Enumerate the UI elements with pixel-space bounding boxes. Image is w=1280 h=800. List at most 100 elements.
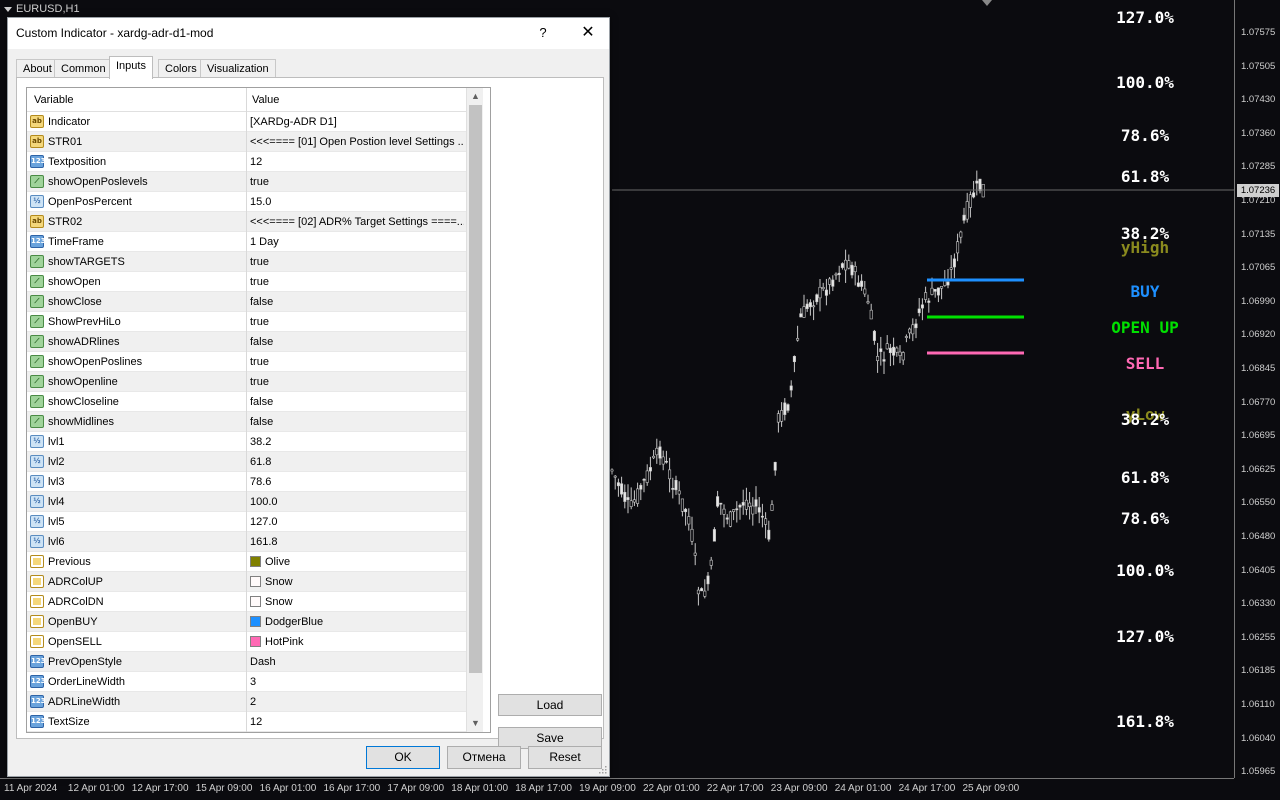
candle-body	[652, 455, 656, 459]
variable-value[interactable]: <<<==== [01] Open Postion level Settings…	[250, 136, 464, 148]
variable-value[interactable]: false	[250, 296, 464, 308]
resize-grip-icon[interactable]	[597, 764, 607, 774]
dialog-titlebar[interactable]: Custom Indicator - xardg-adr-d1-mod ? ✕	[8, 18, 609, 49]
input-row[interactable]: 123 PrevOpenStyle Dash	[27, 652, 466, 672]
variable-value[interactable]: 127.0	[250, 516, 464, 528]
dropdown-triangle-icon[interactable]	[4, 6, 12, 12]
scroll-thumb[interactable]	[469, 105, 482, 673]
scroll-down-icon[interactable]: ▼	[467, 715, 484, 732]
input-row[interactable]: 123 TimeFrame 1 Day	[27, 232, 466, 252]
candle-body	[920, 304, 924, 309]
variable-value[interactable]: 12	[250, 156, 464, 168]
scroll-up-icon[interactable]: ▲	[467, 88, 484, 105]
input-row[interactable]: ½ lvl4 100.0	[27, 492, 466, 512]
candle-body	[671, 487, 675, 490]
variable-value[interactable]: 2	[250, 696, 464, 708]
input-row[interactable]: ½ lvl6 161.8	[27, 532, 466, 552]
variable-value[interactable]: DodgerBlue	[250, 616, 464, 628]
input-row[interactable]: 123 ADRLineWidth 2	[27, 692, 466, 712]
variable-value[interactable]: true	[250, 256, 464, 268]
tab-about[interactable]: About	[16, 59, 59, 78]
column-separator	[246, 452, 247, 472]
variable-value[interactable]: Olive	[250, 556, 464, 568]
time-axis[interactable]: 11 Apr 2024 12 Apr 01:00 12 Apr 17:00 15 Ap…	[0, 778, 1234, 800]
time-tick: 12 Apr 17:00	[131, 783, 189, 794]
time-tick: 16 Apr 17:00	[323, 783, 381, 794]
variable-value[interactable]: 61.8	[250, 456, 464, 468]
input-row[interactable]: ab STR02 <<<==== [02] ADR% Target Settings…	[27, 212, 466, 232]
chart-shift-marker-icon[interactable]	[982, 0, 992, 6]
candle-body	[914, 323, 918, 329]
input-row[interactable]: Previous Olive	[27, 552, 466, 572]
load-button[interactable]: Load	[498, 694, 602, 716]
variable-value[interactable]: Dash	[250, 656, 464, 668]
input-row[interactable]: 123 TextSize 12	[27, 712, 466, 732]
input-row[interactable]: ½ lvl2 61.8	[27, 452, 466, 472]
header-variable[interactable]: Variable	[34, 94, 74, 106]
input-row[interactable]: ab Indicator [XARDg-ADR D1]	[27, 112, 466, 132]
reset-button[interactable]: Reset	[528, 746, 602, 769]
input-row[interactable]: ⟋ showTARGETS true	[27, 252, 466, 272]
time-tick: 12 Apr 01:00	[67, 783, 125, 794]
variable-value[interactable]: 15.0	[250, 196, 464, 208]
header-value[interactable]: Value	[252, 94, 279, 106]
string-type-icon: ab	[30, 215, 44, 228]
variable-value[interactable]: 12	[250, 716, 464, 728]
variable-value[interactable]: 100.0	[250, 496, 464, 508]
variable-value[interactable]: Snow	[250, 576, 464, 588]
tab-colors[interactable]: Colors	[158, 59, 204, 78]
grid-scrollbar[interactable]: ▲ ▼	[466, 88, 483, 732]
input-row[interactable]: ⟋ showOpenPoslines true	[27, 352, 466, 372]
input-row[interactable]: ab STR01 <<<==== [01] Open Postion level S…	[27, 132, 466, 152]
input-row[interactable]: ⟋ ShowPrevHiLo true	[27, 312, 466, 332]
input-row[interactable]: ⟋ showCloseline false	[27, 392, 466, 412]
variable-value[interactable]: Snow	[250, 596, 464, 608]
tab-visualization[interactable]: Visualization	[200, 59, 276, 78]
variable-value[interactable]: true	[250, 356, 464, 368]
input-row[interactable]: ⟋ showOpenline true	[27, 372, 466, 392]
variable-value[interactable]: true	[250, 376, 464, 388]
variable-value[interactable]: false	[250, 396, 464, 408]
input-row[interactable]: OpenSELL HotPink	[27, 632, 466, 652]
variable-value[interactable]: <<<==== [02] ADR% Target Settings ====..…	[250, 216, 464, 228]
variable-value[interactable]: 1 Day	[250, 236, 464, 248]
variable-value[interactable]: HotPink	[250, 636, 464, 648]
input-row[interactable]: ½ lvl1 38.2	[27, 432, 466, 452]
variable-value[interactable]: true	[250, 316, 464, 328]
variable-value[interactable]: true	[250, 276, 464, 288]
custom-indicator-dialog: Custom Indicator - xardg-adr-d1-mod ? ✕ …	[7, 17, 610, 777]
input-row[interactable]: ½ OpenPosPercent 15.0	[27, 192, 466, 212]
variable-value[interactable]: 38.2	[250, 436, 464, 448]
help-button[interactable]: ?	[531, 22, 555, 44]
price-tick: 1.06110	[1241, 699, 1275, 710]
candle-body	[722, 508, 726, 515]
variable-value[interactable]: true	[250, 176, 464, 188]
input-row[interactable]: ⟋ showADRlines false	[27, 332, 466, 352]
input-row[interactable]: ½ lvl3 78.6	[27, 472, 466, 492]
variable-value[interactable]: 3	[250, 676, 464, 688]
candle-body	[946, 281, 950, 286]
input-row[interactable]: 123 OrderLineWidth 3	[27, 672, 466, 692]
input-row[interactable]: ⟋ showOpenPoslevels true	[27, 172, 466, 192]
time-tick: 22 Apr 17:00	[706, 783, 764, 794]
tab-inputs[interactable]: Inputs	[109, 56, 153, 79]
input-row[interactable]: ⟋ showClose false	[27, 292, 466, 312]
variable-value[interactable]: false	[250, 416, 464, 428]
variable-value[interactable]: false	[250, 336, 464, 348]
variable-value[interactable]: [XARDg-ADR D1]	[250, 116, 464, 128]
close-button[interactable]: ✕	[574, 22, 602, 44]
input-row[interactable]: OpenBUY DodgerBlue	[27, 612, 466, 632]
input-row[interactable]: ADRColUP Snow	[27, 572, 466, 592]
boolean-type-icon: ⟋	[30, 295, 44, 308]
input-row[interactable]: ½ lvl5 127.0	[27, 512, 466, 532]
tab-common[interactable]: Common	[54, 59, 113, 78]
input-row[interactable]: 123 Textposition 12	[27, 152, 466, 172]
price-axis[interactable]: 1.07575 1.07505 1.07430 1.07360 1.07285 1.072…	[1234, 0, 1280, 778]
variable-value[interactable]: 161.8	[250, 536, 464, 548]
variable-value[interactable]: 78.6	[250, 476, 464, 488]
ok-button[interactable]: OK	[366, 746, 440, 769]
input-row[interactable]: ⟋ showMidlines false	[27, 412, 466, 432]
input-row[interactable]: ADRColDN Snow	[27, 592, 466, 612]
cancel-button[interactable]: Отмена	[447, 746, 521, 769]
input-row[interactable]: ⟋ showOpen true	[27, 272, 466, 292]
